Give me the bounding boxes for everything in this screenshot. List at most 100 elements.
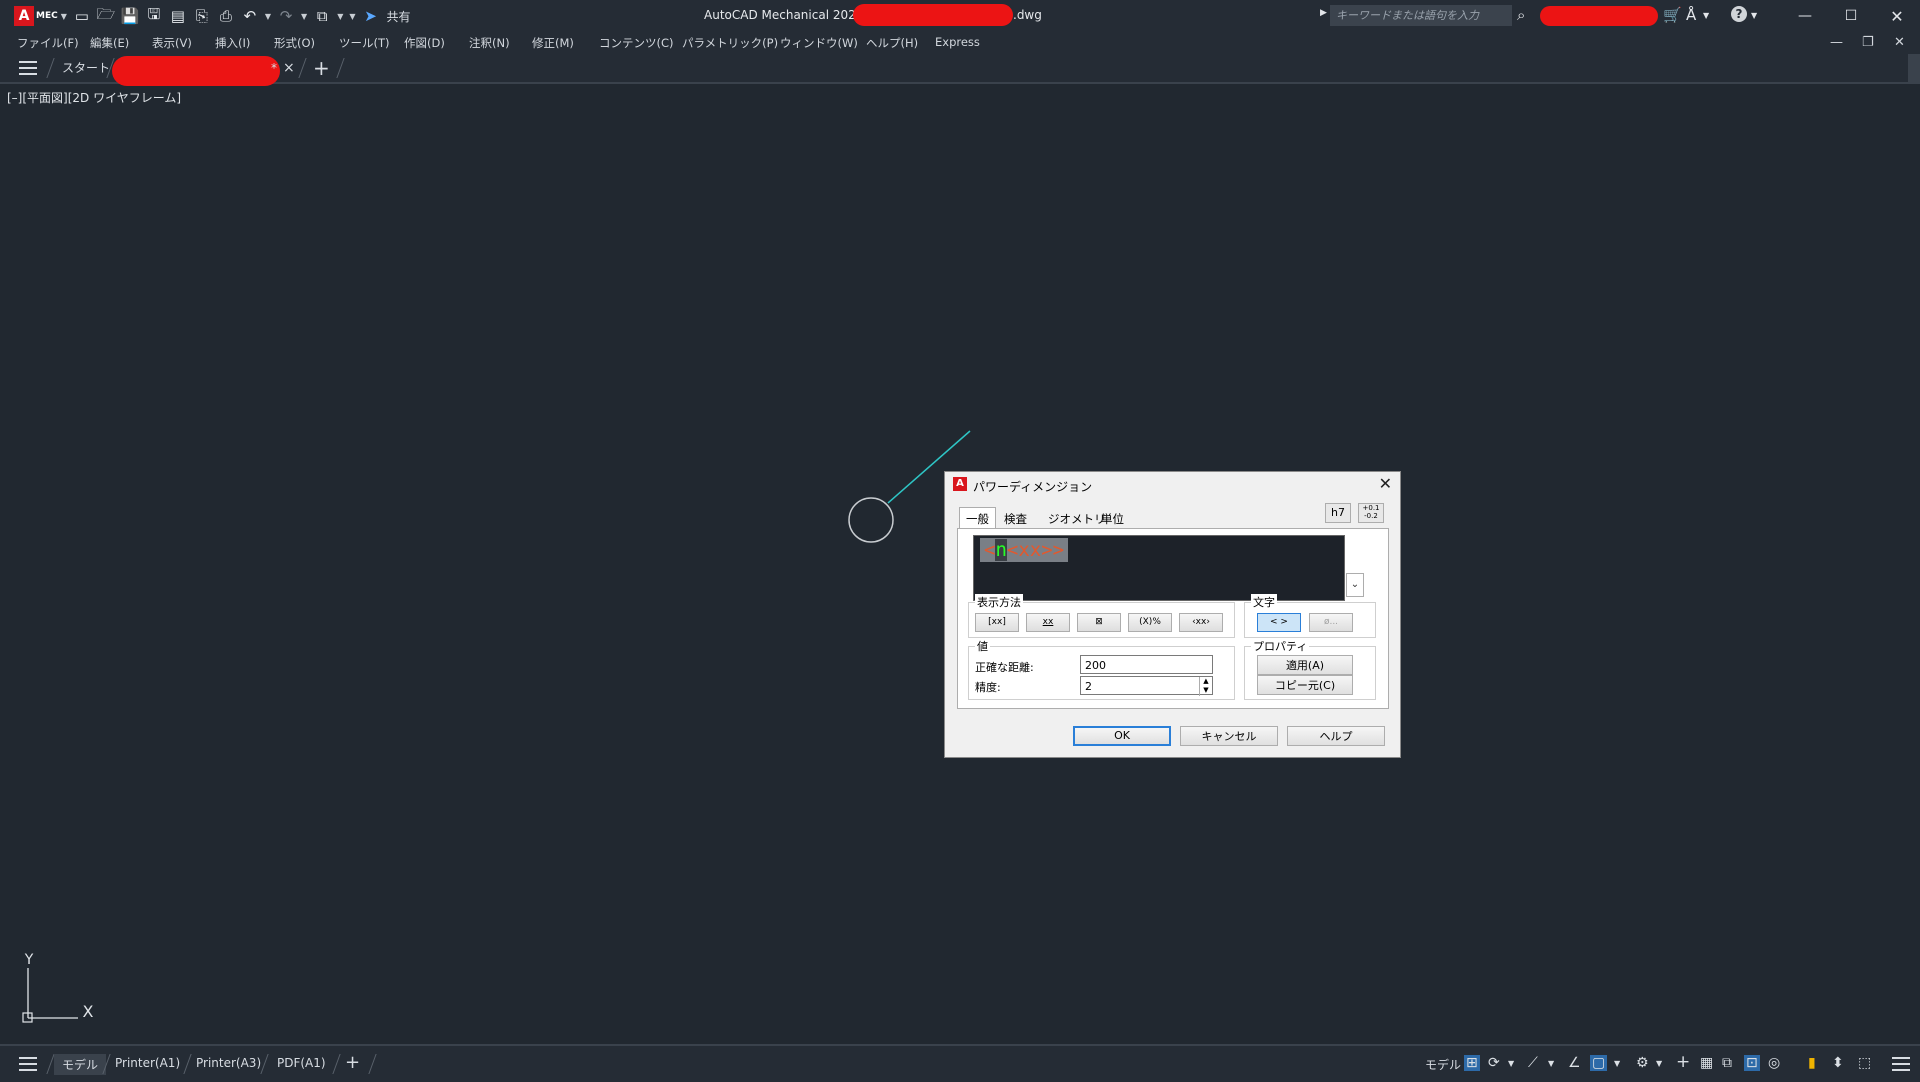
menu-window[interactable]: ウィンドウ(W) xyxy=(780,35,858,51)
drawing-circle[interactable] xyxy=(848,497,894,543)
file-tabs-menu-icon[interactable] xyxy=(19,61,37,75)
layout-tab-printer-a3[interactable]: Printer(A3) xyxy=(196,1056,261,1070)
text-brackets-button[interactable]: < > xyxy=(1257,613,1301,632)
precision-spin-icon[interactable]: ▲ ▼ xyxy=(1199,677,1212,696)
workspace-icon[interactable]: ⧉ xyxy=(310,4,334,28)
share-label[interactable]: 共有 xyxy=(387,8,411,25)
layout-tab-pdf-a1[interactable]: PDF(A1) xyxy=(277,1056,326,1070)
menu-draw[interactable]: 作図(D) xyxy=(404,35,445,51)
menu-file[interactable]: ファイル(F) xyxy=(17,35,79,51)
help-caret-icon[interactable]: ▼ xyxy=(1751,11,1757,20)
menu-format[interactable]: 形式(O) xyxy=(274,35,315,51)
units-icon[interactable]: ⬍ xyxy=(1832,1055,1844,1071)
autodesk-caret-icon[interactable]: ▼ xyxy=(1703,11,1709,20)
gear-caret-icon[interactable]: ▼ xyxy=(1656,1059,1662,1068)
gear-icon[interactable]: ⚙ xyxy=(1636,1055,1649,1071)
menu-tools[interactable]: ツール(T) xyxy=(339,35,390,51)
menu-annotate[interactable]: 注釈(N) xyxy=(469,35,510,51)
new-icon[interactable]: ▭ xyxy=(70,4,94,28)
crosshair-icon[interactable]: + xyxy=(1676,1052,1690,1072)
help-button[interactable]: ヘルプ xyxy=(1287,726,1385,746)
menu-help[interactable]: ヘルプ(H) xyxy=(866,35,918,51)
search-input[interactable]: キーワードまたは語句を入力 xyxy=(1330,5,1512,26)
isodraft-icon[interactable]: ∠ xyxy=(1568,1055,1581,1071)
exact-distance-field[interactable]: 200 xyxy=(1080,655,1213,674)
menu-modify[interactable]: 修正(M) xyxy=(532,35,574,51)
workspace-switch-icon[interactable]: ⧉ xyxy=(1722,1055,1732,1071)
format-angle-button[interactable]: ‹xx› xyxy=(1179,613,1223,632)
layout-tabs-menu-icon[interactable] xyxy=(19,1057,37,1071)
polar-caret-icon[interactable]: ▼ xyxy=(1548,1059,1554,1068)
cancel-button[interactable]: キャンセル xyxy=(1180,726,1278,746)
format-basic-button[interactable]: [xx] xyxy=(975,613,1019,632)
undo-icon[interactable]: ↶ xyxy=(238,4,262,28)
annotation-scale-icon[interactable]: ▦ xyxy=(1700,1055,1713,1071)
dialog-close-icon[interactable]: ✕ xyxy=(1379,474,1392,493)
customize-qat-icon[interactable]: ▼ xyxy=(349,12,355,21)
plot-preview-icon[interactable]: ▤ xyxy=(166,4,190,28)
tab-close-icon[interactable]: × xyxy=(283,54,295,82)
menu-express[interactable]: Express xyxy=(935,35,980,49)
clean-screen-icon[interactable]: ⬚ xyxy=(1858,1055,1871,1071)
help-icon[interactable]: ? xyxy=(1731,6,1747,22)
editor-dropdown-icon[interactable]: ⌄ xyxy=(1346,573,1364,597)
cart-icon[interactable]: 🛒 xyxy=(1663,6,1682,24)
tab-units[interactable]: 単位 xyxy=(1097,510,1128,528)
apply-button[interactable]: 適用(A) xyxy=(1257,655,1353,675)
grid-icon[interactable]: ⊞ xyxy=(1464,1055,1480,1071)
search-icon[interactable]: ⌕ xyxy=(1517,6,1525,24)
layout-tab-printer-a1[interactable]: Printer(A1) xyxy=(115,1056,180,1070)
copy-from-button[interactable]: コピー元(C) xyxy=(1257,675,1353,695)
dimension-text-content[interactable]: <n<xx>> xyxy=(980,538,1069,562)
dimension-text-editor[interactable]: <n<xx>> xyxy=(973,535,1345,601)
status-model-space[interactable]: モデル xyxy=(1425,1056,1461,1073)
save-icon[interactable]: 💾 xyxy=(118,4,142,28)
format-inspection-button[interactable]: ⊠ xyxy=(1077,613,1121,632)
osnap-caret-icon[interactable]: ▼ xyxy=(1614,1059,1620,1068)
snap-mode-icon[interactable]: ⟳ xyxy=(1488,1055,1500,1071)
app-menu-caret-icon[interactable]: ▼ xyxy=(61,12,67,21)
print-icon[interactable]: ⎙ xyxy=(214,4,238,28)
app-logo-icon[interactable]: A xyxy=(14,6,34,26)
format-percent-button[interactable]: (X)% xyxy=(1128,613,1172,632)
save-as-icon[interactable]: 🖫 xyxy=(142,4,166,28)
doc-minimize-icon[interactable]: — xyxy=(1830,35,1843,50)
new-tab-button[interactable]: + xyxy=(313,54,330,82)
tab-inspection[interactable]: 検査 xyxy=(1000,510,1031,528)
annotation-monitor-icon[interactable]: ⊡ xyxy=(1744,1055,1760,1071)
redo-icon[interactable]: ↷ xyxy=(274,4,298,28)
hardware-accel-icon[interactable]: ▮ xyxy=(1808,1055,1816,1071)
layout-tab-model[interactable]: モデル xyxy=(54,1054,107,1075)
viewport-controls[interactable]: [–][平面図][2D ワイヤフレーム] xyxy=(7,89,181,106)
menu-content[interactable]: コンテンツ(C) xyxy=(599,35,674,51)
snap-caret-icon[interactable]: ▼ xyxy=(1508,1059,1514,1068)
menu-parametric[interactable]: パラメトリック(P) xyxy=(682,35,778,51)
open-icon[interactable]: 🗁 xyxy=(94,4,118,28)
fit-h7-button[interactable]: h7 xyxy=(1325,503,1351,523)
expand-arrow-icon[interactable]: ▶ xyxy=(1320,8,1327,18)
ok-button[interactable]: OK xyxy=(1073,726,1171,746)
share-icon[interactable]: ➤ xyxy=(359,4,383,28)
menu-insert[interactable]: 挿入(I) xyxy=(215,35,250,51)
precision-stepper[interactable]: 2 ▲ ▼ xyxy=(1080,676,1213,696)
undo-caret-icon[interactable]: ▼ xyxy=(265,12,271,21)
tolerance-button[interactable]: +0.1 -0.2 xyxy=(1358,503,1384,523)
doc-restore-icon[interactable]: ❐ xyxy=(1862,35,1874,50)
isolate-objects-icon[interactable]: ◎ xyxy=(1768,1055,1780,1071)
redo-caret-icon[interactable]: ▼ xyxy=(301,12,307,21)
maximize-icon[interactable]: ☐ xyxy=(1832,4,1870,28)
tab-start[interactable]: スタート xyxy=(62,54,110,82)
menu-view[interactable]: 表示(V) xyxy=(152,35,192,51)
format-reference-button[interactable]: xx xyxy=(1026,613,1070,632)
export-icon[interactable]: ⎘ xyxy=(190,4,214,28)
text-diameter-button[interactable]: ø... xyxy=(1309,613,1353,632)
workspace-caret-icon[interactable]: ▼ xyxy=(337,12,343,21)
minimize-icon[interactable]: — xyxy=(1786,4,1824,28)
new-layout-button[interactable]: + xyxy=(345,1052,360,1073)
doc-close-icon[interactable]: ✕ xyxy=(1894,35,1905,50)
customize-status-icon[interactable] xyxy=(1892,1057,1910,1071)
menu-edit[interactable]: 編集(E) xyxy=(90,35,129,51)
autodesk-a-icon[interactable]: Å xyxy=(1686,6,1696,24)
close-icon[interactable]: ✕ xyxy=(1878,4,1916,28)
object-snap-icon[interactable]: ▢ xyxy=(1590,1055,1608,1071)
